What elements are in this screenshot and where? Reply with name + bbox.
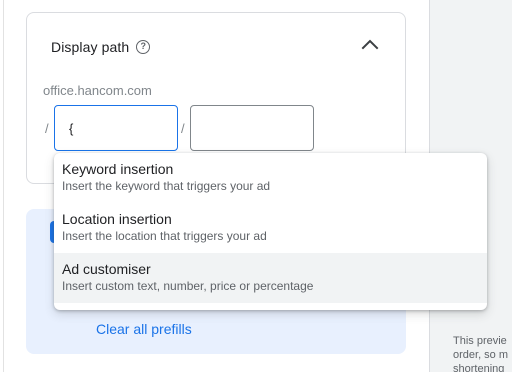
preview-note: This previe order, so m shortening [453,334,512,372]
menu-item-description: Insert the keyword that triggers your ad [62,179,271,193]
preview-note-line: order, so m [453,349,509,361]
menu-item-title: Location insertion [62,211,172,227]
help-icon[interactable]: ? [136,40,151,54]
menu-item-location-insertion[interactable]: Location insertion Insert the location t… [54,203,487,253]
left-divider [3,0,4,372]
menu-item-description: Insert custom text, number, price or per… [62,279,314,293]
menu-item-ad-customiser[interactable]: Ad customiser Insert custom text, number… [54,253,487,303]
preview-note-line: shortening [453,363,505,372]
card-header: Display path ? [51,39,151,55]
menu-item-description: Insert the location that triggers your a… [62,229,267,243]
page: Display path ? office.hancom.com / / Cle… [0,0,512,372]
clear-all-prefills-link[interactable]: Clear all prefills [96,321,192,337]
display-url-domain: office.hancom.com [43,83,152,98]
path-separator: / [45,121,49,136]
chevron-up-icon[interactable] [361,37,379,51]
menu-item-title: Ad customiser [62,261,151,277]
preview-note-line: This previe [453,335,507,347]
path2-input[interactable] [190,105,314,151]
menu-item-title: Keyword insertion [62,161,174,177]
insertion-dropdown-menu: Keyword insertion Insert the keyword tha… [54,153,487,310]
path-separator: / [181,121,185,136]
card-title: Display path [51,39,130,55]
menu-item-keyword-insertion[interactable]: Keyword insertion Insert the keyword tha… [54,153,487,203]
path1-input[interactable] [54,105,178,151]
